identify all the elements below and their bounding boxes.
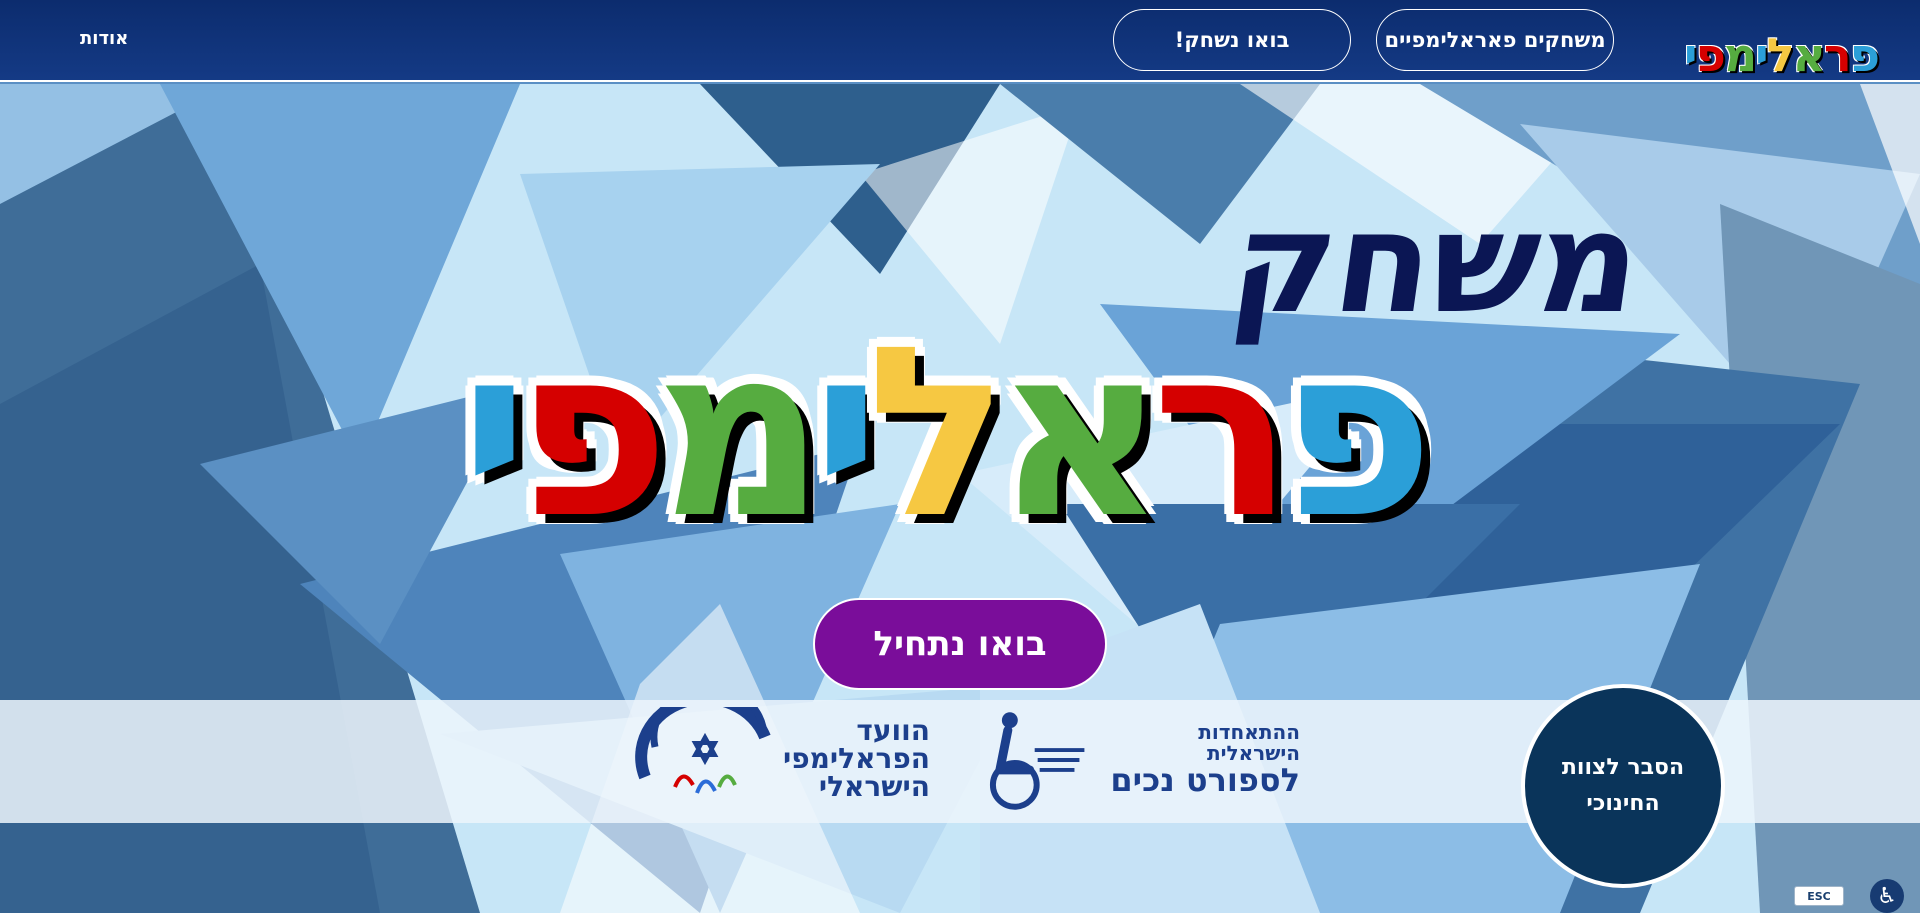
logo-letter: ר bbox=[1824, 28, 1852, 82]
hero-logo-paralympi: פראלימפי bbox=[400, 284, 1480, 584]
site-logo[interactable]: פראלימפי bbox=[1684, 25, 1880, 85]
paralympic-committee-logo: הוועד הפראלימפי הישראלי bbox=[590, 703, 930, 815]
start-button[interactable]: בואו נתחיל bbox=[813, 598, 1107, 690]
hero-logo-letter: א bbox=[995, 297, 1166, 570]
committee-line3: הישראלי bbox=[818, 770, 930, 803]
paralympic-emblem-icon bbox=[635, 707, 771, 794]
accessibility-icon[interactable]: ♿ bbox=[1870, 879, 1904, 913]
logo-letter: ל bbox=[1766, 28, 1795, 82]
lets-play-button[interactable]: בואו נשחק! bbox=[1113, 9, 1351, 71]
hero-logo-letter: י bbox=[811, 297, 881, 570]
logo-letter: י bbox=[1755, 28, 1768, 82]
wheelchair-athlete-icon bbox=[989, 712, 1085, 810]
hero-logo-letter: פ bbox=[515, 297, 670, 570]
esc-button[interactable]: ESC bbox=[1794, 886, 1844, 906]
logo-letter: א bbox=[1792, 28, 1826, 82]
hero-logo-letter: י bbox=[459, 297, 529, 570]
hero-logo-letter: מ bbox=[655, 297, 826, 570]
committee-line1: הוועד bbox=[856, 714, 930, 747]
top-nav-bar: פראלימפי משחקים פאראלימפיים בואו נשחק! א… bbox=[0, 0, 1920, 82]
association-name-line2: לספורט נכים bbox=[1110, 761, 1300, 800]
association-name-line1: ההתאחדות הישראלית bbox=[1198, 720, 1300, 766]
hero-logo-letter: פ bbox=[1279, 297, 1435, 570]
education-line2: החינוכי bbox=[1586, 791, 1660, 816]
about-link[interactable]: אודות bbox=[80, 28, 128, 49]
logo-letter: פ bbox=[1695, 28, 1726, 82]
sport-association-logo: ההתאחדות הישראלית לספורט נכים bbox=[980, 706, 1300, 814]
education-staff-button[interactable]: הסבר לצוות החינוכי bbox=[1521, 684, 1725, 888]
logo-letter: י bbox=[1684, 28, 1697, 82]
education-line1: הסבר לצוות bbox=[1561, 754, 1685, 780]
committee-line2: הפראלימפי bbox=[783, 742, 930, 775]
logo-letter: מ bbox=[1723, 28, 1757, 82]
hero-logo-letter: ר bbox=[1152, 297, 1294, 570]
logo-letter: פ bbox=[1849, 28, 1880, 82]
hero-logo-letter: ל bbox=[866, 297, 1009, 570]
paralympic-games-button[interactable]: משחקים פאראלימפיים bbox=[1376, 9, 1614, 71]
